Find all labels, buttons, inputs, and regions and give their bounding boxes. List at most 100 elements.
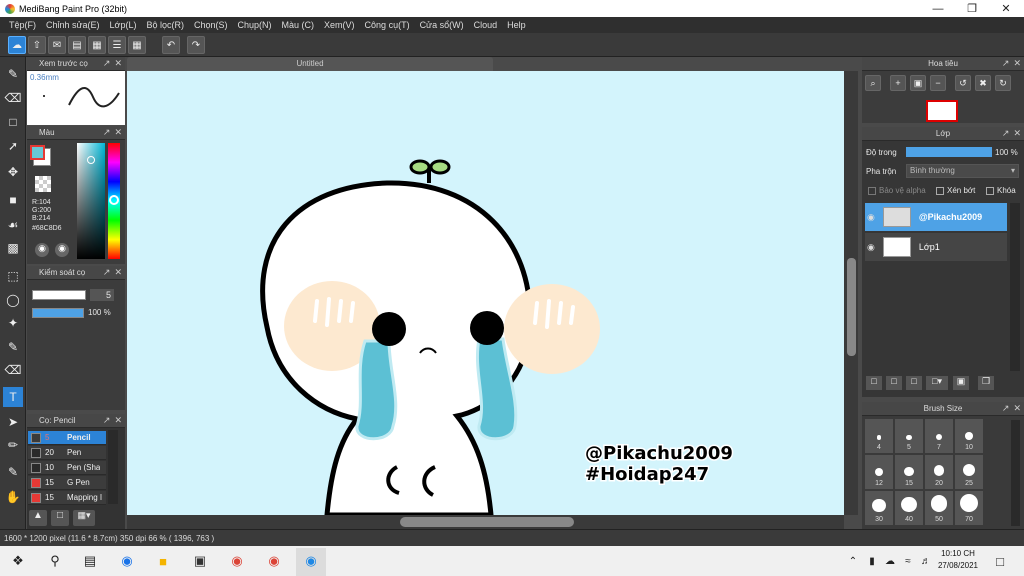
menu-layer[interactable]: Lớp(L) (105, 20, 142, 30)
close-icon[interactable]: ✕ (1013, 128, 1021, 138)
notification-icon[interactable]: □ (992, 553, 1008, 569)
magic-wand-tool-icon[interactable]: ✦ (3, 313, 23, 333)
share-icon[interactable]: ⇧ (28, 36, 46, 54)
blend-mode-select[interactable]: Bình thường ▾ (906, 164, 1019, 178)
brush-size-cell[interactable]: 12 (865, 455, 893, 489)
fill-rect-tool-icon[interactable]: ■ (3, 190, 23, 210)
brush-list-item[interactable]: 15 Mapping I (28, 491, 106, 505)
layer-opacity-slider[interactable] (906, 147, 992, 157)
zoom-icon[interactable]: ⌕ (865, 75, 881, 91)
undo-icon[interactable]: ↶ (162, 36, 180, 54)
select-rect-tool-icon[interactable]: ⬚ (3, 266, 23, 286)
clock-time[interactable]: 10:10 CH (938, 549, 978, 558)
menu-help[interactable]: Help (502, 20, 531, 30)
close-icon[interactable]: ✕ (114, 415, 122, 425)
protect-alpha-checkbox[interactable]: Bảo vệ alpha (868, 186, 926, 195)
medibang-taskbar-item[interactable]: ◉ (296, 548, 326, 576)
brush-menu-icon[interactable]: ▦▾ (73, 510, 95, 526)
rotate-left-icon[interactable]: ↺ (955, 75, 971, 91)
color-circle-icon[interactable]: ◉ (55, 243, 69, 257)
hand-tool-icon[interactable]: ✋ (3, 487, 23, 507)
operation-tool-icon[interactable]: ➤ (3, 412, 23, 432)
minimize-button[interactable]: — (921, 0, 955, 17)
brush-size-cell[interactable]: 25 (955, 455, 983, 489)
menu-color[interactable]: Màu (C) (277, 20, 320, 30)
add-brush-icon[interactable]: ▲ (29, 510, 47, 526)
popout-icon[interactable]: ↗ (103, 58, 111, 68)
canvas-vertical-scroll-thumb[interactable] (847, 258, 856, 356)
lasso-tool-icon[interactable]: ◯ (3, 290, 23, 310)
brush-list-scrollbar[interactable] (108, 430, 118, 504)
close-icon[interactable]: ✕ (1013, 58, 1021, 68)
brush-size-cell[interactable]: 20 (925, 455, 953, 489)
duplicate-layer-icon[interactable]: ❐ (978, 376, 994, 390)
brush-size-cell[interactable]: 30 (865, 491, 893, 525)
document-tab[interactable]: Untitled (127, 57, 493, 71)
zoom-out-icon[interactable]: − (930, 75, 946, 91)
menu-edit[interactable]: Chỉnh sửa(E) (41, 20, 105, 30)
palette-icon[interactable]: ◉ (35, 243, 49, 257)
new-layer-icon[interactable]: □ (866, 376, 882, 390)
fit-icon[interactable]: ▣ (910, 75, 926, 91)
brush-list-item[interactable]: 20 Pen (28, 446, 106, 460)
bucket-tool-icon[interactable]: ☙ (3, 215, 23, 235)
rotate-right-icon[interactable]: ↻ (995, 75, 1011, 91)
move-tool-icon[interactable]: ✥ (3, 162, 23, 182)
popout-icon[interactable]: ↗ (1002, 128, 1010, 138)
rectangle-tool-icon[interactable]: □ (3, 112, 23, 132)
foreground-color-swatch[interactable] (30, 145, 45, 160)
select-eraser-tool-icon[interactable]: ⌫ (3, 360, 23, 380)
comment-icon[interactable]: ✉ (48, 36, 66, 54)
menu-cloud[interactable]: Cloud (469, 20, 503, 30)
brush-size-cell[interactable]: 40 (895, 491, 923, 525)
close-button[interactable]: ✕ (989, 0, 1023, 17)
menu-file[interactable]: Tệp(F) (4, 20, 41, 30)
clipping-checkbox[interactable]: Xén bớt (936, 186, 975, 195)
list-icon[interactable]: ☰ (108, 36, 126, 54)
close-icon[interactable]: ✕ (114, 127, 122, 137)
eye-icon[interactable]: ◉ (867, 242, 875, 253)
new-brush-icon[interactable]: □ (51, 510, 69, 526)
add-layer-menu-icon[interactable]: □▾ (926, 376, 948, 390)
popout-icon[interactable]: ↗ (1002, 403, 1010, 413)
menu-select[interactable]: Chọn(S) (189, 20, 233, 30)
clock-date[interactable]: 27/08/2021 (934, 561, 982, 570)
chrome-profile-icon[interactable]: ◉ (266, 553, 282, 569)
brush-size-cell[interactable]: 4 (865, 419, 893, 453)
cloud-icon[interactable]: ☁ (8, 36, 26, 54)
brush-size-scrollbar[interactable] (1011, 420, 1020, 526)
popout-icon[interactable]: ↗ (1002, 58, 1010, 68)
brush-list-item[interactable]: 5 Pencil (28, 431, 106, 445)
brush-size-cell[interactable]: 70 (955, 491, 983, 525)
lock-checkbox[interactable]: Khóa (986, 186, 1016, 195)
eye-icon[interactable]: ◉ (867, 212, 875, 223)
message-icon[interactable]: ▤ (68, 36, 86, 54)
zoom-in-icon[interactable]: + (890, 75, 906, 91)
chevron-up-icon[interactable]: ⌃ (845, 553, 861, 569)
new-halftone-layer-icon[interactable]: □ (886, 376, 902, 390)
menu-view[interactable]: Xem(V) (319, 20, 360, 30)
brush-size-value[interactable]: 5 (90, 289, 114, 301)
cloud-sync-icon[interactable]: ☁ (882, 553, 898, 569)
search-icon[interactable]: ⚲ (47, 553, 63, 569)
windows-start-icon[interactable]: ❖ (10, 553, 26, 569)
volume-icon[interactable]: ♬ (918, 553, 934, 569)
close-icon[interactable]: ✕ (114, 58, 122, 68)
new-8bit-layer-icon[interactable]: □ (906, 376, 922, 390)
file-explorer-icon[interactable]: ■ (155, 553, 171, 569)
canvas[interactable]: @Pikachu2009 #Hoidap247 (127, 71, 844, 515)
battery-icon[interactable]: ▮ (864, 553, 880, 569)
close-icon[interactable]: ✕ (1013, 403, 1021, 413)
brush-tool-icon[interactable]: ✎ (3, 64, 23, 84)
maximize-button[interactable]: ❐ (955, 0, 989, 17)
brush-size-cell[interactable]: 7 (925, 419, 953, 453)
brush-size-cell[interactable]: 10 (955, 419, 983, 453)
menu-filter[interactable]: Bộ lọc(R) (141, 20, 189, 30)
brush-list-item[interactable]: 10 Pen (Sha (28, 461, 106, 475)
brush-size-cell[interactable]: 5 (895, 419, 923, 453)
layer-list-scrollbar[interactable] (1010, 203, 1020, 371)
wifi-icon[interactable]: ≈ (900, 553, 916, 569)
brush-size-slider[interactable] (32, 290, 86, 300)
popout-icon[interactable]: ↗ (103, 267, 111, 277)
transparent-color-swatch[interactable] (35, 176, 51, 192)
